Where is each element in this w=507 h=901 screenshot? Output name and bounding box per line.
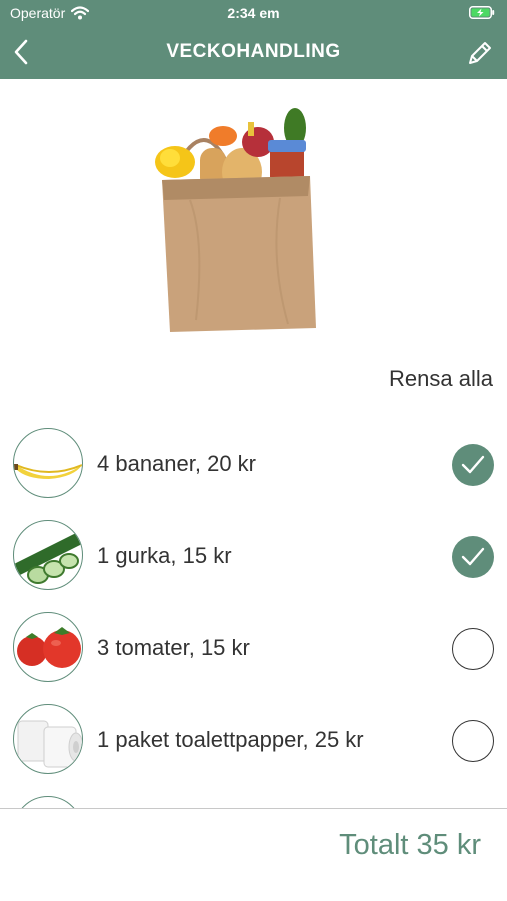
item-thumbnail: [13, 796, 83, 808]
banana-thumbnail: [13, 428, 83, 498]
checkmark-icon: [461, 547, 485, 566]
list-item-label: 1 gurka, 15 kr: [97, 543, 232, 568]
battery-charging-icon: [469, 6, 495, 19]
status-bar: Operatör 2:34 em: [0, 0, 507, 26]
check-toggle[interactable]: [452, 444, 494, 486]
list-item-partial: [0, 786, 507, 808]
clear-all-button[interactable]: Rensa alla: [389, 366, 493, 392]
check-toggle[interactable]: [452, 720, 494, 762]
toilet-paper-thumbnail: [13, 704, 83, 774]
list-item-label: 1 paket toalettpapper, 25 kr: [97, 727, 364, 752]
tomatoes-thumbnail: [13, 612, 83, 682]
shopping-list: 4 bananer, 20 kr 1 gurka, 15 kr 3 tomate…: [0, 418, 507, 808]
list-item: 3 tomater, 15 kr: [0, 602, 507, 694]
list-item-label: 3 tomater, 15 kr: [97, 635, 250, 660]
header-bar: Operatör 2:34 em VECKOHANDLING: [0, 0, 507, 79]
list-item: 1 paket toalettpapper, 25 kr: [0, 694, 507, 786]
navigation-bar: VECKOHANDLING: [0, 26, 507, 79]
list-item: 4 bananer, 20 kr: [0, 418, 507, 510]
list-item: 1 gurka, 15 kr: [0, 510, 507, 602]
pencil-icon[interactable]: [465, 38, 495, 68]
total-label: Totalt 35 kr: [339, 829, 481, 861]
clock: 2:34 em: [227, 5, 280, 21]
page-title: VECKOHANDLING: [166, 41, 341, 62]
list-item-label: 4 bananer, 20 kr: [97, 451, 257, 476]
checkmark-icon: [461, 455, 485, 474]
check-toggle[interactable]: [452, 536, 494, 578]
footer-bar: Totalt 35 kr: [0, 808, 507, 901]
grocery-bag-image: [155, 108, 316, 332]
cucumber-thumbnail: [13, 520, 83, 590]
check-toggle[interactable]: [452, 628, 494, 670]
